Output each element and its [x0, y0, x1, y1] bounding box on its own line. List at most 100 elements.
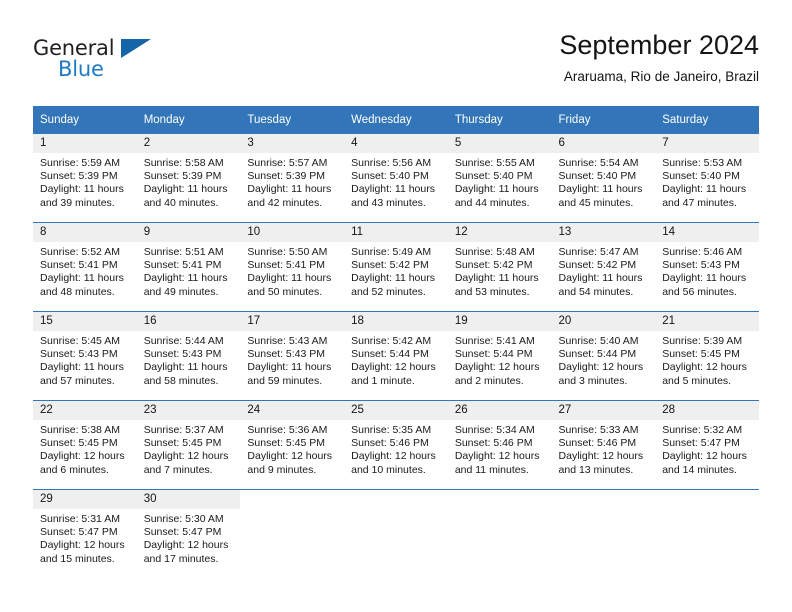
weekday-header-tuesday: Tuesday — [240, 106, 345, 134]
calendar-day-cell[interactable]: 23 Sunrise: 5:37 AM Sunset: 5:45 PM Dayligh… — [136, 400, 241, 490]
daylight-text: Daylight: 12 hours and 11 minutes. — [454, 450, 540, 476]
calendar-day-cell[interactable]: 22 Sunrise: 5:38 AM Sunset: 5:45 PM Dayligh… — [33, 400, 137, 490]
day-cell-inner: 24 Sunrise: 5:36 AM Sunset: 5:45 PM Dayligh… — [240, 401, 345, 489]
sunrise-text: Sunrise: 5:55 AM — [454, 157, 535, 169]
day-cell-inner — [240, 490, 345, 578]
day-number: 7 — [655, 134, 759, 153]
day-sun-info: Sunrise: 5:56 AM Sunset: 5:40 PM Daylight:… — [344, 153, 448, 210]
sunrise-text: Sunrise: 5:46 AM — [662, 246, 743, 258]
day-sun-info: Sunrise: 5:52 AM Sunset: 5:41 PM Daylight:… — [33, 242, 137, 299]
day-number: 26 — [447, 401, 552, 420]
calendar-day-cell[interactable]: 2 Sunrise: 5:58 AM Sunset: 5:39 PM Daylight… — [136, 134, 241, 223]
day-cell-inner: 5 Sunrise: 5:55 AM Sunset: 5:40 PM Daylight… — [447, 134, 552, 222]
sunset-text: Sunset: 5:43 PM — [143, 348, 222, 361]
calendar-day-cell[interactable]: 29 Sunrise: 5:31 AM Sunset: 5:47 PM Dayligh… — [33, 489, 137, 578]
day-number: 30 — [136, 490, 241, 509]
calendar-day-cell[interactable]: 14 Sunrise: 5:46 AM Sunset: 5:43 PM Dayligh… — [655, 222, 759, 312]
day-number: 29 — [33, 490, 137, 509]
day-cell-inner: 6 Sunrise: 5:54 AM Sunset: 5:40 PM Daylight… — [551, 134, 656, 222]
day-sun-info: Sunrise: 5:46 AM Sunset: 5:43 PM Daylight:… — [655, 242, 759, 299]
calendar-day-cell[interactable]: 5 Sunrise: 5:55 AM Sunset: 5:40 PM Daylight… — [447, 134, 552, 223]
sunrise-text: Sunrise: 5:35 AM — [351, 424, 432, 436]
calendar-day-cell[interactable]: 20 Sunrise: 5:40 AM Sunset: 5:44 PM Dayligh… — [551, 311, 656, 401]
day-sun-info: Sunrise: 5:57 AM Sunset: 5:39 PM Daylight:… — [240, 153, 344, 210]
calendar-week-row: 15 Sunrise: 5:45 AM Sunset: 5:43 PM Dayligh… — [33, 311, 759, 401]
calendar-day-cell[interactable]: 28 Sunrise: 5:32 AM Sunset: 5:47 PM Dayligh… — [655, 400, 759, 490]
day-number: 13 — [551, 223, 656, 242]
sunrise-text: Sunrise: 5:57 AM — [247, 157, 328, 169]
sunset-text: Sunset: 5:45 PM — [143, 437, 222, 450]
sunrise-text: Sunrise: 5:34 AM — [454, 424, 535, 436]
calendar-day-cell[interactable]: 7 Sunrise: 5:53 AM Sunset: 5:40 PM Daylight… — [655, 134, 759, 223]
day-number: 23 — [136, 401, 241, 420]
calendar-day-cell[interactable]: 3 Sunrise: 5:57 AM Sunset: 5:39 PM Daylight… — [240, 134, 345, 223]
calendar-day-cell[interactable]: 30 Sunrise: 5:30 AM Sunset: 5:47 PM Dayligh… — [136, 489, 241, 578]
calendar-day-cell[interactable]: 4 Sunrise: 5:56 AM Sunset: 5:40 PM Daylight… — [344, 134, 448, 223]
daylight-text: Daylight: 11 hours and 59 minutes. — [247, 361, 332, 387]
sunrise-text: Sunrise: 5:58 AM — [143, 157, 224, 169]
day-cell-inner: 15 Sunrise: 5:45 AM Sunset: 5:43 PM Dayligh… — [33, 312, 137, 400]
day-cell-inner: 26 Sunrise: 5:34 AM Sunset: 5:46 PM Dayligh… — [447, 401, 552, 489]
day-sun-info: Sunrise: 5:47 AM Sunset: 5:42 PM Daylight:… — [552, 242, 656, 299]
daylight-text: Daylight: 12 hours and 14 minutes. — [662, 450, 747, 476]
day-number — [655, 490, 759, 509]
day-number: 14 — [655, 223, 759, 242]
calendar-day-cell[interactable]: 12 Sunrise: 5:48 AM Sunset: 5:42 PM Dayligh… — [447, 222, 552, 312]
sunset-text: Sunset: 5:45 PM — [40, 437, 118, 450]
sunrise-text: Sunrise: 5:47 AM — [558, 246, 639, 258]
calendar-day-cell[interactable]: 13 Sunrise: 5:47 AM Sunset: 5:42 PM Dayligh… — [551, 222, 656, 312]
day-cell-inner: 4 Sunrise: 5:56 AM Sunset: 5:40 PM Daylight… — [344, 134, 448, 222]
weekday-header-monday: Monday — [136, 106, 241, 134]
day-sun-info: Sunrise: 5:51 AM Sunset: 5:41 PM Daylight:… — [137, 242, 241, 299]
day-cell-inner: 7 Sunrise: 5:53 AM Sunset: 5:40 PM Daylight… — [655, 134, 759, 222]
calendar-day-cell[interactable]: 15 Sunrise: 5:45 AM Sunset: 5:43 PM Dayligh… — [33, 311, 137, 401]
calendar-day-cell[interactable]: 6 Sunrise: 5:54 AM Sunset: 5:40 PM Daylight… — [551, 134, 656, 223]
weekday-header-friday: Friday — [551, 106, 656, 134]
day-cell-inner: 21 Sunrise: 5:39 AM Sunset: 5:45 PM Dayligh… — [655, 312, 759, 400]
calendar-day-cell[interactable]: 10 Sunrise: 5:50 AM Sunset: 5:41 PM Dayligh… — [240, 222, 345, 312]
daylight-text: Daylight: 12 hours and 9 minutes. — [247, 450, 333, 476]
day-cell-inner: 22 Sunrise: 5:38 AM Sunset: 5:45 PM Dayligh… — [33, 401, 137, 489]
daylight-text: Daylight: 11 hours and 49 minutes. — [143, 272, 228, 298]
page-header: General Blue September 2024 Araruama, Ri… — [33, 28, 759, 96]
day-cell-inner — [655, 490, 759, 578]
day-number — [447, 490, 552, 509]
sunset-text: Sunset: 5:39 PM — [143, 170, 222, 183]
calendar-day-cell[interactable]: 27 Sunrise: 5:33 AM Sunset: 5:46 PM Dayligh… — [551, 400, 656, 490]
calendar-day-cell[interactable]: 11 Sunrise: 5:49 AM Sunset: 5:42 PM Dayligh… — [344, 222, 448, 312]
calendar-day-cell[interactable]: 18 Sunrise: 5:42 AM Sunset: 5:44 PM Dayligh… — [344, 311, 448, 401]
calendar-day-cell-empty — [655, 489, 759, 578]
calendar-week-row: 29 Sunrise: 5:31 AM Sunset: 5:47 PM Dayligh… — [33, 489, 759, 578]
day-cell-inner: 25 Sunrise: 5:35 AM Sunset: 5:46 PM Dayligh… — [344, 401, 448, 489]
sunrise-text: Sunrise: 5:39 AM — [662, 335, 743, 347]
daylight-text: Daylight: 12 hours and 7 minutes. — [143, 450, 229, 476]
day-cell-inner: 1 Sunrise: 5:59 AM Sunset: 5:39 PM Daylight… — [33, 134, 137, 222]
day-cell-inner: 19 Sunrise: 5:41 AM Sunset: 5:44 PM Dayligh… — [447, 312, 552, 400]
daylight-text: Daylight: 12 hours and 17 minutes. — [143, 539, 229, 565]
calendar-day-cell[interactable]: 21 Sunrise: 5:39 AM Sunset: 5:45 PM Dayligh… — [655, 311, 759, 401]
day-number: 25 — [344, 401, 448, 420]
day-cell-inner: 3 Sunrise: 5:57 AM Sunset: 5:39 PM Daylight… — [240, 134, 345, 222]
day-cell-inner: 12 Sunrise: 5:48 AM Sunset: 5:42 PM Dayligh… — [447, 223, 552, 311]
calendar-day-cell[interactable]: 17 Sunrise: 5:43 AM Sunset: 5:43 PM Dayligh… — [240, 311, 345, 401]
calendar-day-cell[interactable]: 25 Sunrise: 5:35 AM Sunset: 5:46 PM Dayligh… — [344, 400, 448, 490]
daylight-text: Daylight: 12 hours and 5 minutes. — [662, 361, 747, 387]
calendar-day-cell[interactable]: 16 Sunrise: 5:44 AM Sunset: 5:43 PM Dayligh… — [136, 311, 241, 401]
daylight-text: Daylight: 11 hours and 40 minutes. — [143, 183, 228, 209]
calendar-day-cell[interactable]: 26 Sunrise: 5:34 AM Sunset: 5:46 PM Dayligh… — [447, 400, 552, 490]
sunrise-text: Sunrise: 5:31 AM — [40, 513, 120, 525]
day-cell-inner: 27 Sunrise: 5:33 AM Sunset: 5:46 PM Dayligh… — [551, 401, 656, 489]
daylight-text: Daylight: 11 hours and 39 minutes. — [40, 183, 124, 209]
daylight-text: Daylight: 11 hours and 47 minutes. — [662, 183, 747, 209]
day-sun-info — [240, 509, 344, 513]
calendar-day-cell[interactable]: 19 Sunrise: 5:41 AM Sunset: 5:44 PM Dayligh… — [447, 311, 552, 401]
calendar-day-cell[interactable]: 8 Sunrise: 5:52 AM Sunset: 5:41 PM Daylight… — [33, 222, 137, 312]
daylight-text: Daylight: 11 hours and 53 minutes. — [454, 272, 539, 298]
calendar-day-cell[interactable]: 9 Sunrise: 5:51 AM Sunset: 5:41 PM Daylight… — [136, 222, 241, 312]
daylight-text: Daylight: 11 hours and 54 minutes. — [558, 272, 643, 298]
calendar-day-cell[interactable]: 1 Sunrise: 5:59 AM Sunset: 5:39 PM Daylight… — [33, 134, 137, 223]
calendar-day-cell[interactable]: 24 Sunrise: 5:36 AM Sunset: 5:45 PM Dayligh… — [240, 400, 345, 490]
day-number — [240, 490, 345, 509]
daylight-text: Daylight: 12 hours and 6 minutes. — [40, 450, 125, 476]
day-sun-info: Sunrise: 5:53 AM Sunset: 5:40 PM Daylight:… — [655, 153, 759, 210]
